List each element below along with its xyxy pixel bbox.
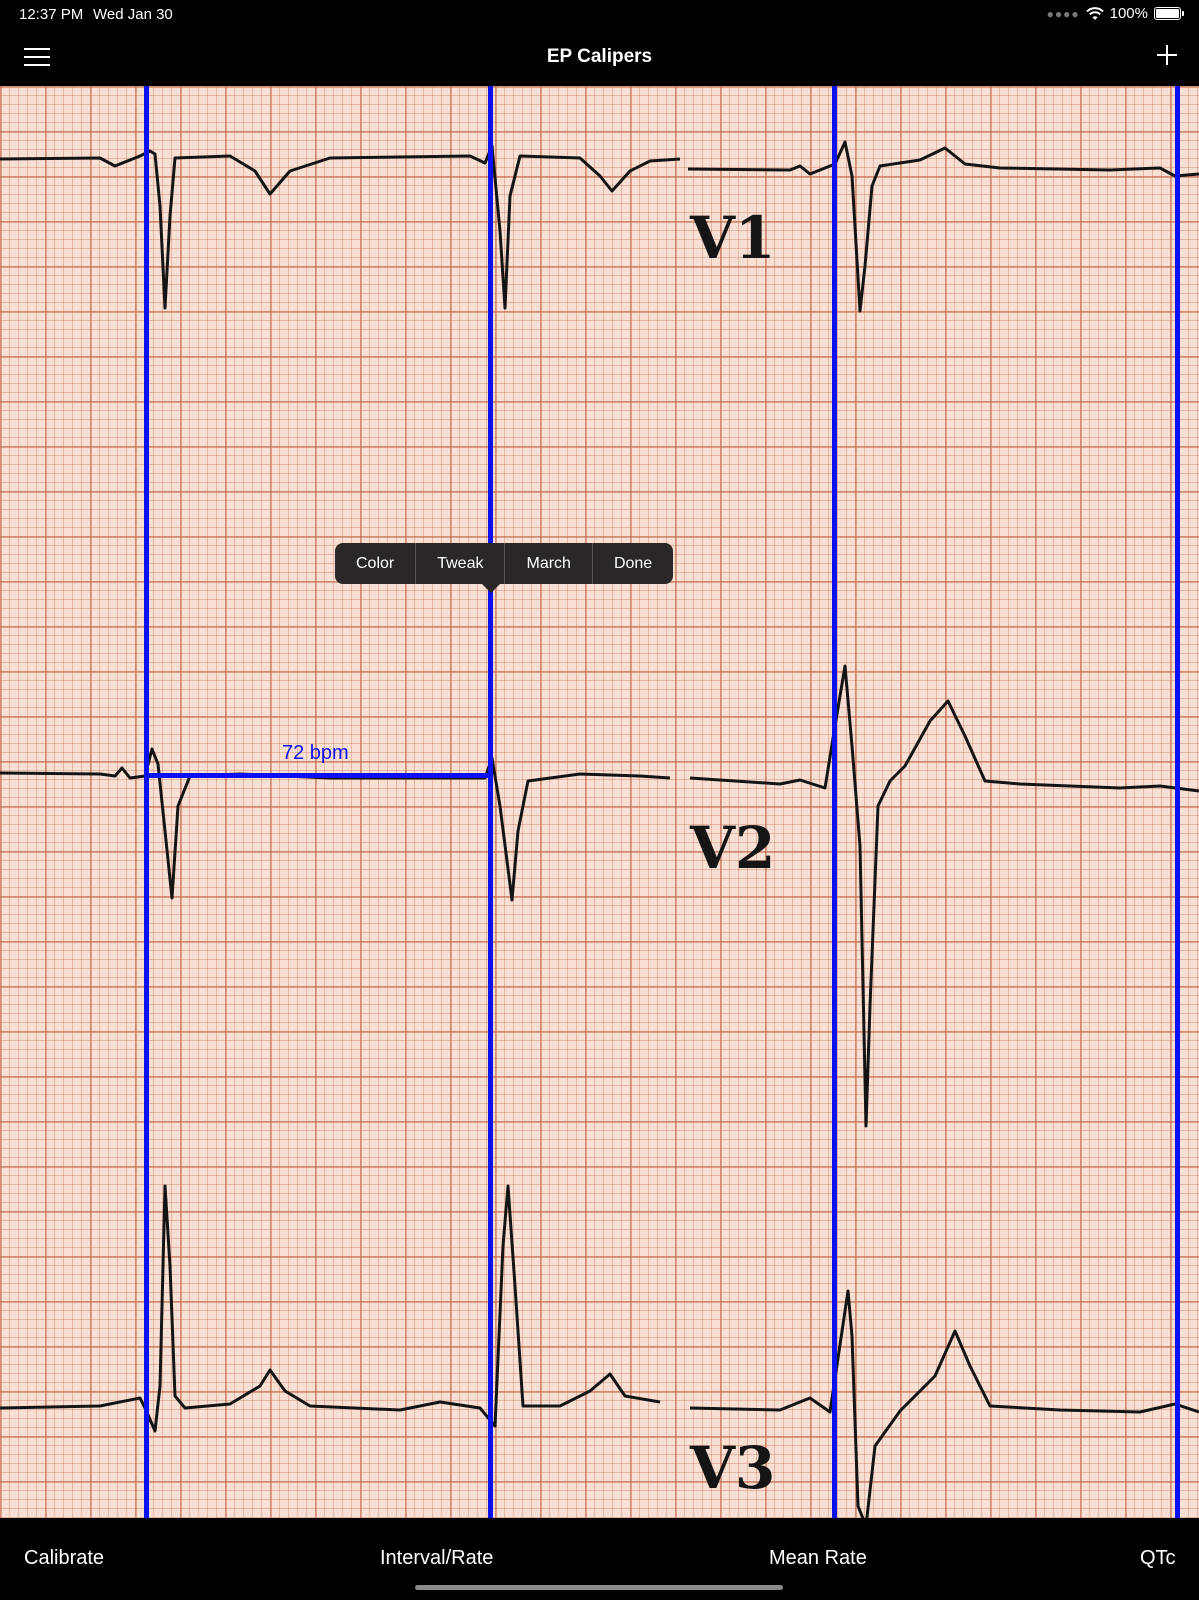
- status-indicators: ●●●● 100%: [1046, 5, 1184, 22]
- context-menu-arrow: [482, 584, 500, 593]
- menu-item-march[interactable]: March: [505, 543, 593, 584]
- navigation-bar: EP Calipers: [0, 30, 1199, 86]
- caliper-2-left-bar[interactable]: [832, 86, 837, 1518]
- status-time: 12:37 PM: [19, 6, 84, 23]
- status-bar: 12:37 PM Wed Jan 30 ●●●● 100%: [0, 0, 1199, 30]
- lead-label-v3: V3: [690, 1434, 776, 1502]
- lead-label-v2: V2: [690, 814, 776, 882]
- menu-item-color[interactable]: Color: [335, 543, 417, 584]
- ecg-image[interactable]: V1 V2 V3 72 bpm: [0, 86, 1199, 1518]
- caliper-context-menu: Color Tweak March Done: [335, 543, 674, 584]
- plus-icon[interactable]: [1155, 43, 1179, 67]
- caliper-2-right-bar[interactable]: [1175, 86, 1180, 1518]
- battery-percent: 100%: [1109, 5, 1148, 22]
- ecg-trace-v2: [0, 747, 671, 902]
- home-indicator[interactable]: [415, 1585, 783, 1590]
- qtc-button[interactable]: QTc: [1140, 1547, 1176, 1570]
- mean-rate-button[interactable]: Mean Rate: [769, 1547, 867, 1570]
- ecg-trace-v3: [0, 1184, 661, 1433]
- wifi-icon: [1085, 6, 1104, 20]
- interval-rate-button[interactable]: Interval/Rate: [380, 1547, 493, 1570]
- caliper-measurement-label: 72 bpm: [282, 742, 349, 764]
- menu-item-tweak[interactable]: Tweak: [416, 543, 506, 584]
- ecg-trace-v1: [0, 144, 681, 310]
- caliper-crossbar[interactable]: [144, 773, 493, 778]
- caliper-left-bar[interactable]: [144, 86, 149, 1518]
- menu-item-done[interactable]: Done: [593, 543, 673, 584]
- page-title: EP Calipers: [546, 46, 653, 67]
- lead-label-v1: V1: [690, 204, 776, 272]
- cellular-dots-icon: ●●●●: [1046, 6, 1080, 21]
- battery-icon: [1154, 7, 1184, 20]
- ecg-tracing: [0, 140, 1199, 1518]
- caliper-right-bar[interactable]: [488, 86, 493, 1518]
- status-date: Wed Jan 30: [93, 6, 173, 23]
- calibrate-button[interactable]: Calibrate: [24, 1547, 104, 1570]
- ecg-trace-v2b: [689, 664, 1199, 1128]
